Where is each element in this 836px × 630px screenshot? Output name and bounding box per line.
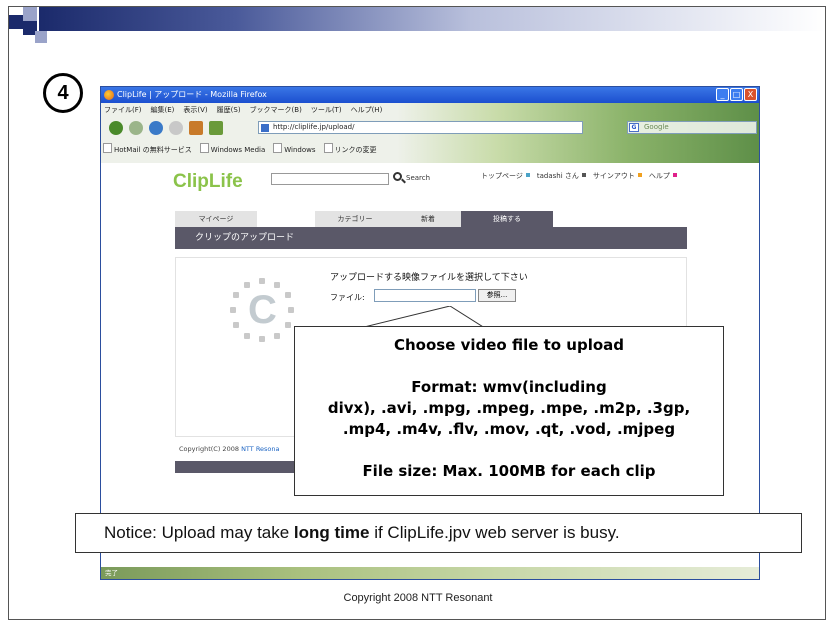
menu-history[interactable]: 履歴(S) <box>217 105 241 115</box>
cliplife-loader-icon: C <box>230 278 294 342</box>
stop-icon[interactable] <box>169 121 183 135</box>
notice-text: if ClipLife.jpv web server is busy. <box>369 523 620 542</box>
top-link-label: サインアウト <box>592 172 635 180</box>
tab-category[interactable]: カテゴリー <box>315 211 395 227</box>
navigation-toolbar: http://cliplife.jp/upload/ G Google <box>103 119 758 137</box>
cliplife-logo[interactable]: ClipLife <box>173 171 243 193</box>
slide-copyright: Copyright 2008 NTT Resonant <box>343 592 493 604</box>
maximize-button[interactable]: □ <box>730 88 743 101</box>
top-link-label: トップページ <box>481 172 523 180</box>
status-bar: 完了 <box>101 567 759 579</box>
window-title: ClipLife | アップロード - Mozilla Firefox <box>117 90 267 99</box>
upload-prompt: アップロードする映像ファイルを選択して下さい <box>330 273 528 283</box>
callout-format-line: .mp4, .m4v, .flv, .mov, .qt, .vod, .mjpe… <box>342 420 676 438</box>
bookmarks-bar: HotMail の無料サービス Windows Media Windows リン… <box>103 143 377 155</box>
callout-format-line: Format: wmv(including <box>411 378 607 396</box>
close-button[interactable]: X <box>744 88 757 101</box>
decor-square <box>23 7 37 21</box>
minimize-button[interactable]: _ <box>716 88 729 101</box>
top-link-home[interactable]: トップページ <box>481 171 530 181</box>
forward-icon[interactable] <box>129 121 143 135</box>
notice-box: Notice: Upload may take long time if Cli… <box>75 513 802 553</box>
bookmark-item[interactable]: HotMail の無料サービス <box>103 143 192 155</box>
notice-text: Notice: Upload may take <box>104 523 294 542</box>
google-icon: G <box>629 123 639 132</box>
browser-search-input[interactable]: G Google <box>627 121 757 134</box>
browser-search-placeholder: Google <box>644 123 669 131</box>
firefox-logo-icon <box>104 90 114 100</box>
bookmark-item[interactable]: リンクの変更 <box>324 143 377 155</box>
top-link-user[interactable]: tadashi さん <box>537 171 586 181</box>
header-gradient-bar <box>39 7 825 31</box>
url-text: http://cliplife.jp/upload/ <box>273 123 355 131</box>
bookmark-item[interactable]: Windows <box>273 143 315 155</box>
addon-icon[interactable] <box>209 121 223 135</box>
browse-button[interactable]: 参照... <box>478 289 516 302</box>
top-link-help[interactable]: ヘルプ <box>649 171 677 181</box>
site-copyright: Copyright(C) 2008 NTT Resona <box>179 445 280 453</box>
bookmark-item[interactable]: Windows Media <box>200 143 266 155</box>
tab-mypage[interactable]: マイページ <box>175 211 257 227</box>
site-search-input[interactable] <box>271 173 389 185</box>
reload-icon[interactable] <box>149 121 163 135</box>
copyright-text: Copyright(C) 2008 <box>179 445 239 453</box>
menu-bookmarks[interactable]: ブックマーク(B) <box>250 105 302 115</box>
top-link-signout[interactable]: サインアウト <box>593 171 642 181</box>
logo-text: ClipLife <box>173 171 243 192</box>
url-bar[interactable]: http://cliplife.jp/upload/ <box>258 121 583 134</box>
search-button[interactable]: Search <box>406 174 430 182</box>
menu-tools[interactable]: ツール(T) <box>311 105 342 115</box>
format-callout: Choose video file to upload Format: wmv(… <box>294 326 724 496</box>
menu-view[interactable]: 表示(V) <box>183 105 207 115</box>
top-link-label: ヘルプ <box>648 172 670 180</box>
decor-square <box>9 15 23 29</box>
menu-help[interactable]: ヘルプ(H) <box>351 105 383 115</box>
search-icon[interactable] <box>393 172 402 181</box>
file-label: ファイル: <box>330 293 365 302</box>
decor-square <box>35 31 47 43</box>
file-path-input[interactable] <box>374 289 476 302</box>
callout-heading: Choose video file to upload <box>393 336 625 354</box>
home-icon[interactable] <box>189 121 203 135</box>
copyright-link[interactable]: NTT Resona <box>241 445 279 453</box>
top-link-label: tadashi さん <box>536 172 579 180</box>
window-titlebar: ClipLife | アップロード - Mozilla Firefox _ □ … <box>101 87 759 103</box>
site-tabs: マイページ カテゴリー 新着 投稿する <box>175 211 687 227</box>
top-links: トップページ tadashi さん サインアウト ヘルプ <box>481 171 677 181</box>
callout-filesize: File size: Max. 100MB for each clip <box>362 462 656 480</box>
notice-emphasis: long time <box>293 523 370 542</box>
menu-edit[interactable]: 編集(E) <box>151 105 175 115</box>
menu-file[interactable]: ファイル(F) <box>104 105 142 115</box>
step-number-badge: 4 <box>43 73 83 113</box>
back-icon[interactable] <box>109 121 123 135</box>
section-title: クリップのアップロード <box>175 227 687 249</box>
tab-new[interactable]: 新着 <box>395 211 461 227</box>
tab-upload[interactable]: 投稿する <box>461 211 553 227</box>
callout-format-line: divx), .avi, .mpg, .mpeg, .mpe, .m2p, .3… <box>327 399 691 417</box>
site-favicon-icon <box>261 124 269 132</box>
menu-bar: ファイル(F) 編集(E) 表示(V) 履歴(S) ブックマーク(B) ツール(… <box>104 105 382 115</box>
